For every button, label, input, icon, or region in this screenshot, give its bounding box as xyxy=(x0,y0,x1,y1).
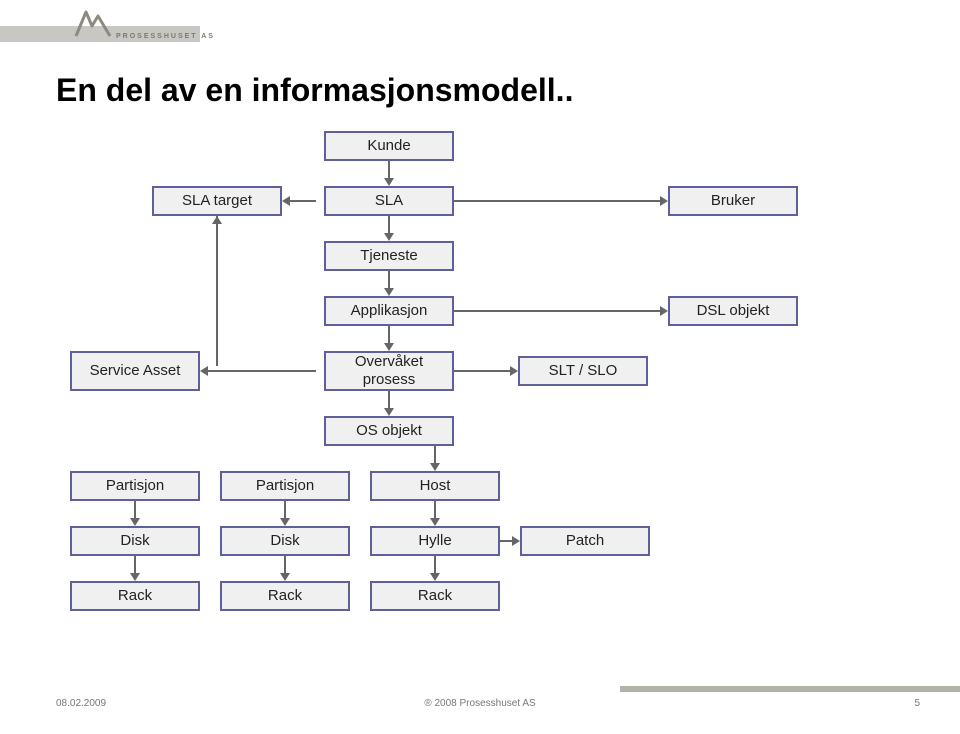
node-tjeneste: Tjeneste xyxy=(324,241,454,271)
conn-line xyxy=(134,501,136,518)
node-rack-2: Rack xyxy=(220,581,350,611)
footer: 08.02.2009 ® 2008 Prosesshuset AS 5 xyxy=(0,686,960,716)
conn-line xyxy=(134,556,136,573)
conn-line xyxy=(454,200,660,202)
footer-copyright: ® 2008 Prosesshuset AS xyxy=(424,698,535,709)
arrow-down-icon xyxy=(384,288,394,296)
conn-line xyxy=(388,216,390,233)
conn-line xyxy=(208,370,316,372)
footer-accent-bar xyxy=(620,686,960,692)
conn-line xyxy=(284,501,286,518)
conn-line xyxy=(454,370,510,372)
conn-line xyxy=(454,310,660,312)
arrow-right-icon xyxy=(512,536,520,546)
node-dsl-objekt: DSL objekt xyxy=(668,296,798,326)
node-disk-1: Disk xyxy=(70,526,200,556)
logo-mark-icon xyxy=(72,8,112,38)
logo: PROSESSHUSET AS xyxy=(72,8,215,38)
arrow-right-icon xyxy=(660,306,668,316)
conn-line xyxy=(388,271,390,288)
arrow-down-icon xyxy=(430,463,440,471)
arrow-down-icon xyxy=(130,573,140,581)
arrow-left-icon xyxy=(282,196,290,206)
node-sla-target: SLA target xyxy=(152,186,282,216)
node-rack-3: Rack xyxy=(370,581,500,611)
diagram: Kunde SLA target SLA Bruker Tjeneste App… xyxy=(56,131,904,651)
node-applikasjon: Applikasjon xyxy=(324,296,454,326)
node-host: Host xyxy=(370,471,500,501)
node-hylle: Hylle xyxy=(370,526,500,556)
conn-line xyxy=(434,446,436,463)
conn-line xyxy=(290,200,316,202)
arrow-right-icon xyxy=(510,366,518,376)
node-disk-2: Disk xyxy=(220,526,350,556)
node-rack-1: Rack xyxy=(70,581,200,611)
arrow-down-icon xyxy=(384,233,394,241)
conn-line xyxy=(388,326,390,343)
logo-text: PROSESSHUSET AS xyxy=(116,33,215,40)
node-partisjon-2: Partisjon xyxy=(220,471,350,501)
arrow-down-icon xyxy=(130,518,140,526)
node-kunde: Kunde xyxy=(324,131,454,161)
node-overvaket-prosess: Overvåket prosess xyxy=(324,351,454,391)
node-service-asset: Service Asset xyxy=(70,351,200,391)
arrow-down-icon xyxy=(280,573,290,581)
conn-line xyxy=(434,501,436,518)
conn-line xyxy=(388,161,390,178)
conn-line xyxy=(388,391,390,408)
conn-line xyxy=(434,556,436,573)
arrow-down-icon xyxy=(384,408,394,416)
arrow-up-icon xyxy=(212,216,222,224)
arrow-down-icon xyxy=(384,343,394,351)
node-sla: SLA xyxy=(324,186,454,216)
arrow-down-icon xyxy=(280,518,290,526)
page-title: En del av en informasjonsmodell.. xyxy=(56,72,904,109)
arrow-down-icon xyxy=(430,573,440,581)
node-partisjon-1: Partisjon xyxy=(70,471,200,501)
node-slt-slo: SLT / SLO xyxy=(518,356,648,386)
arrow-left-icon xyxy=(200,366,208,376)
footer-date: 08.02.2009 xyxy=(56,698,106,709)
arrow-down-icon xyxy=(384,178,394,186)
node-patch: Patch xyxy=(520,526,650,556)
node-bruker: Bruker xyxy=(668,186,798,216)
node-os-objekt: OS objekt xyxy=(324,416,454,446)
arrow-right-icon xyxy=(660,196,668,206)
slide-content: En del av en informasjonsmodell.. Kunde … xyxy=(0,48,960,686)
conn-line xyxy=(500,540,512,542)
arrow-down-icon xyxy=(430,518,440,526)
footer-page-number: 5 xyxy=(914,698,920,709)
conn-line xyxy=(216,216,218,366)
conn-line xyxy=(284,556,286,573)
